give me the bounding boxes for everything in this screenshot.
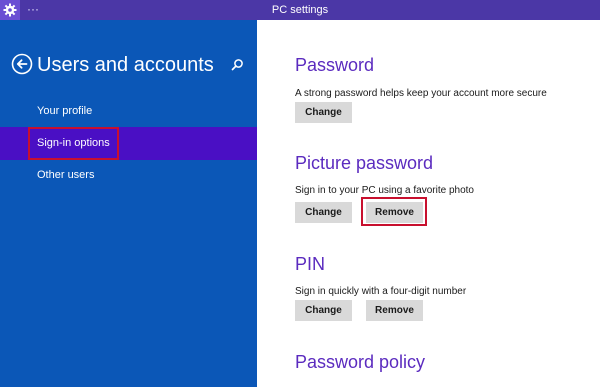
back-arrow-icon[interactable] [11,53,33,75]
pin-change-button[interactable]: Change [295,300,352,321]
pc-settings-window: ··· PC settings Users and accounts Your … [0,0,600,387]
window-title: PC settings [271,4,329,16]
password-heading: Password [295,55,375,75]
pin-heading: PIN [295,254,326,274]
pin-description: Sign in quickly with a four-digit number [295,286,467,297]
sidebar-item-other-users[interactable]: Other users [0,159,257,192]
password-change-button[interactable]: Change [295,102,352,123]
password-policy-heading: Password policy [295,352,426,372]
picture-password-remove-button[interactable]: Remove [366,202,423,223]
sidebar: Users and accounts Your profile Sign-in … [0,20,257,387]
sidebar-item-your-profile[interactable]: Your profile [0,95,257,128]
sidebar-title: Users and accounts [37,54,214,76]
sidebar-item-label: Sign-in options [37,137,110,149]
search-icon[interactable] [229,57,245,73]
picture-password-heading: Picture password [295,153,434,173]
password-description: A strong password helps keep your accoun… [295,88,547,99]
title-bar: ··· PC settings [0,0,600,20]
sidebar-item-label: Other users [37,169,95,181]
pin-remove-button[interactable]: Remove [366,300,423,321]
picture-password-description: Sign in to your PC using a favorite phot… [295,185,474,196]
main-content: Password A strong password helps keep yo… [257,20,600,387]
sidebar-item-sign-in-options[interactable]: Sign-in options [0,127,257,160]
picture-password-change-button[interactable]: Change [295,202,352,223]
sidebar-item-label: Your profile [37,105,93,117]
